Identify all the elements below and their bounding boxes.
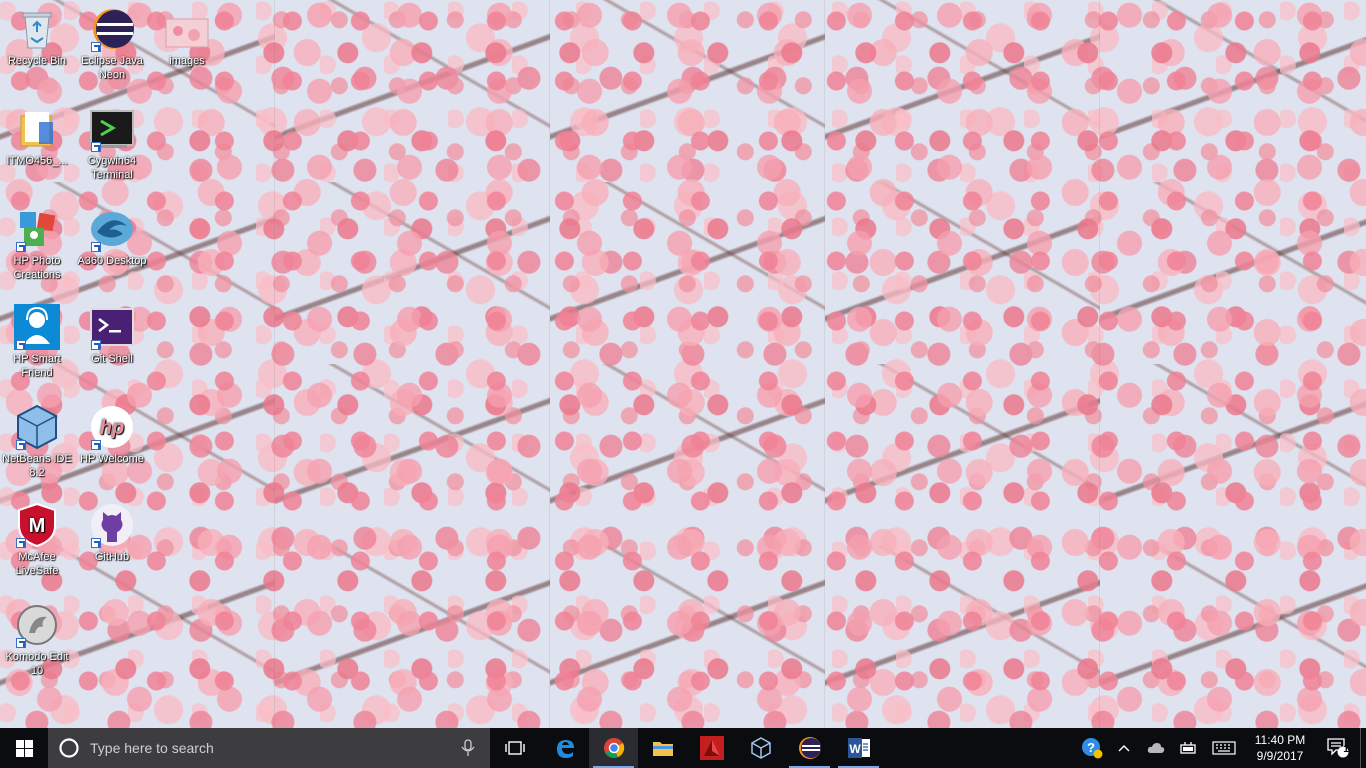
- taskbar-eclipse[interactable]: [785, 728, 834, 768]
- recycle-bin-icon: [14, 6, 60, 52]
- desktop-icon-hp-smart-friend[interactable]: HP Smart Friend: [0, 304, 74, 380]
- task-view-icon: [505, 741, 525, 755]
- battery-plug-icon: [1180, 742, 1196, 754]
- github-icon: [89, 502, 135, 548]
- cloud-icon: [1147, 743, 1165, 753]
- autodesk-icon: [699, 736, 724, 760]
- eclipse-icon: [798, 737, 821, 759]
- show-desktop-button[interactable]: [1360, 728, 1366, 768]
- desktop-icon-a360[interactable]: A360 Desktop: [75, 206, 149, 268]
- komodo-icon: [14, 602, 60, 648]
- desktop-icon-label: HP Smart Friend: [13, 353, 61, 379]
- desktop-icon-label: ITMO456_...: [6, 155, 68, 167]
- start-button[interactable]: [0, 728, 48, 768]
- hp-smart-friend-icon: [14, 304, 60, 350]
- taskbar-autodesk[interactable]: [687, 728, 736, 768]
- taskbar-file-explorer[interactable]: [638, 728, 687, 768]
- taskbar-virtualbox[interactable]: [736, 728, 785, 768]
- system-tray: ? 11:40 PM 9/9/2017 1: [1076, 728, 1366, 768]
- desktop-icon-git-shell[interactable]: Git Shell: [75, 304, 149, 366]
- taskbar-chrome[interactable]: [589, 728, 638, 768]
- keyboard-tray-button[interactable]: [1204, 728, 1244, 768]
- netbeans-icon: [14, 404, 60, 450]
- microphone-icon[interactable]: [460, 739, 476, 757]
- terminal-icon: [89, 106, 135, 152]
- clock-date: 9/9/2017: [1256, 749, 1304, 763]
- clock[interactable]: 11:40 PM 9/9/2017: [1244, 732, 1316, 764]
- desktop-icon-label: Recycle Bin: [7, 55, 67, 67]
- eclipse-icon: [89, 6, 135, 52]
- desktop-icon-mcafee[interactable]: M McAfee LiveSafe: [0, 502, 74, 578]
- desktop-icon-netbeans[interactable]: NetBeans IDE 8.2: [0, 404, 74, 480]
- desktop-icon-recycle-bin[interactable]: Recycle Bin: [0, 6, 74, 68]
- desktop-icon-label: HP Welcome: [80, 453, 144, 465]
- git-shell-icon: [89, 304, 135, 350]
- file-explorer-icon: [652, 742, 673, 756]
- word-icon: W: [847, 738, 870, 758]
- taskbar: Type here to search W ? 11:40 PM 9/9/201…: [0, 728, 1366, 768]
- cortana-icon: [59, 738, 79, 758]
- desktop-icon-label: GitHub: [94, 551, 130, 563]
- action-center-button[interactable]: 1: [1316, 728, 1360, 768]
- chrome-icon: [603, 738, 624, 758]
- desktop-icon-komodo[interactable]: Komodo Edit 10: [0, 602, 74, 678]
- taskbar-word[interactable]: W: [834, 728, 883, 768]
- mcafee-icon: M: [14, 502, 60, 548]
- desktop-icon-label: NetBeans IDE 8.2: [2, 453, 72, 479]
- edge-icon: [556, 740, 574, 758]
- desktop-icon-label: Komodo Edit 10: [5, 651, 69, 677]
- svg-text:W: W: [849, 742, 861, 756]
- image-thumbnail-icon: [164, 6, 210, 52]
- help-icon: ?: [1082, 738, 1103, 759]
- chevron-up-icon: [1118, 745, 1130, 752]
- power-tray-button[interactable]: [1172, 728, 1204, 768]
- search-placeholder: Type here to search: [90, 740, 214, 756]
- keyboard-icon: [1212, 741, 1236, 755]
- search-box[interactable]: Type here to search: [48, 728, 490, 768]
- virtualbox-icon: [750, 737, 771, 759]
- notification-count-badge: 1: [1343, 744, 1349, 755]
- a360-icon: [89, 206, 135, 252]
- desktop-icon-eclipse[interactable]: Eclipse Java Neon: [75, 6, 149, 82]
- help-tray-button[interactable]: ?: [1076, 728, 1108, 768]
- show-hidden-icons-button[interactable]: [1108, 728, 1140, 768]
- desktop-icon-hp-photo-creations[interactable]: HP Photo Creations: [0, 206, 74, 282]
- desktop-icon-itmo-folder[interactable]: ITMO456_...: [0, 106, 74, 168]
- folder-icon: [14, 106, 60, 152]
- desktop-icon-github[interactable]: GitHub: [75, 502, 149, 564]
- onedrive-tray-button[interactable]: [1140, 728, 1172, 768]
- desktop-icon-label: Cygwin64 Terminal: [87, 155, 137, 181]
- task-view-button[interactable]: [490, 728, 540, 768]
- desktop-icon-label: A360 Desktop: [77, 255, 147, 267]
- desktop-icon-hp-welcome[interactable]: hp HP Welcome: [75, 404, 149, 466]
- hp-logo-icon: hp: [89, 404, 135, 450]
- desktop-icon-label: McAfee LiveSafe: [15, 551, 59, 577]
- taskbar-edge[interactable]: [540, 728, 589, 768]
- svg-text:hp: hp: [100, 417, 124, 439]
- desktop[interactable]: Recycle Bin ITMO456_... HP Photo Creatio…: [0, 0, 1366, 728]
- desktop-icon-images-folder[interactable]: images: [150, 6, 224, 68]
- hp-photo-creations-icon: [14, 206, 60, 252]
- desktop-icon-label: Git Shell: [91, 353, 133, 365]
- svg-text:M: M: [29, 515, 46, 537]
- desktop-icon-cygwin[interactable]: Cygwin64 Terminal: [75, 106, 149, 182]
- windows-logo-icon: [15, 739, 33, 757]
- clock-time: 11:40 PM: [1254, 733, 1306, 747]
- desktop-icon-label: Eclipse Java Neon: [81, 55, 143, 81]
- desktop-icon-label: HP Photo Creations: [13, 255, 61, 281]
- desktop-icon-label: images: [169, 55, 205, 67]
